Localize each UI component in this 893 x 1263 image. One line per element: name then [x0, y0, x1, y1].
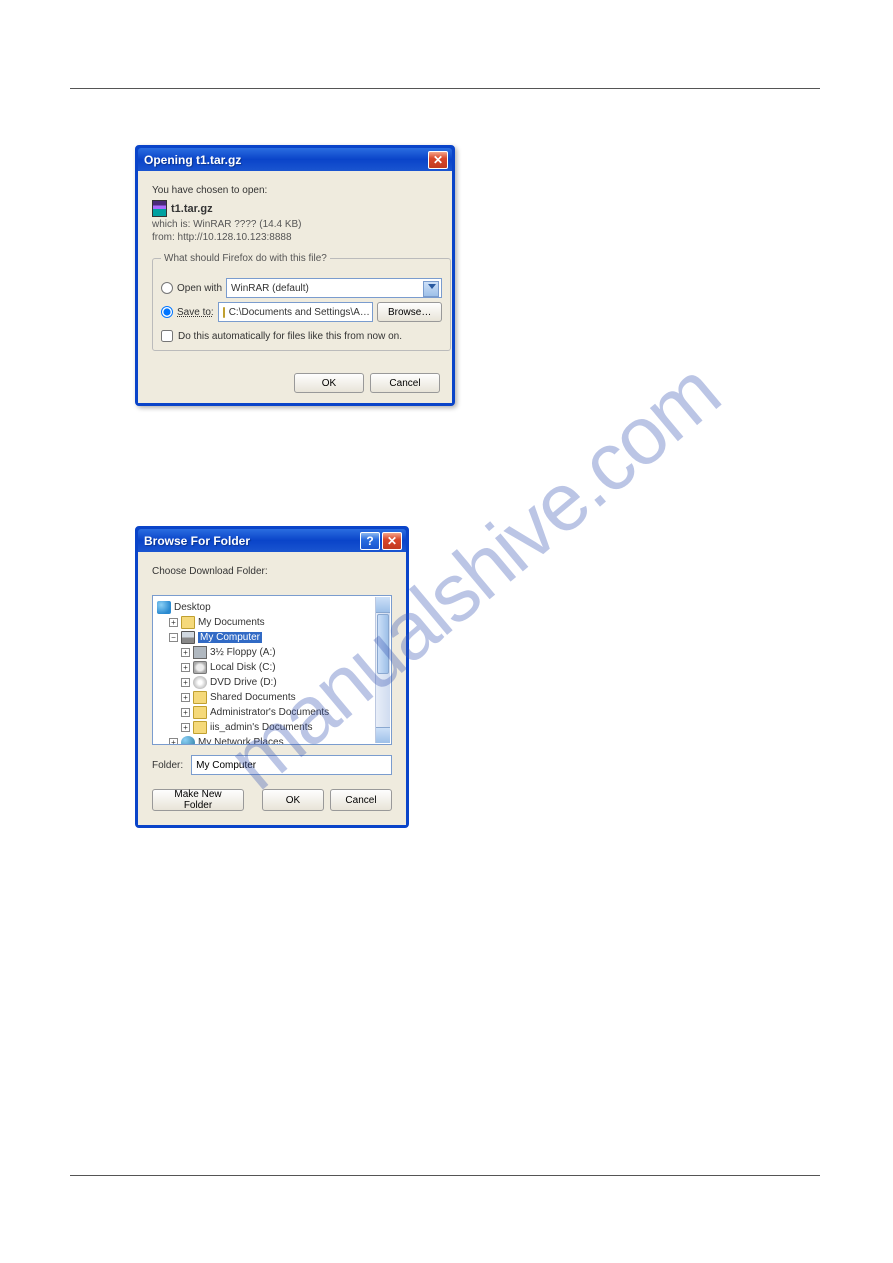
top-rule [70, 88, 820, 89]
open-with-radio[interactable] [161, 282, 173, 294]
ok-button[interactable]: OK [262, 789, 324, 811]
collapse-icon[interactable]: − [169, 633, 178, 642]
browse-subtitle: Choose Download Folder: [152, 566, 392, 577]
tree-item-floppy[interactable]: + 3½ Floppy (A:) [157, 645, 391, 660]
browse-button[interactable]: Browse… [377, 302, 442, 322]
cancel-button[interactable]: Cancel [330, 789, 392, 811]
expand-icon[interactable]: + [181, 678, 190, 687]
rar-archive-icon [152, 200, 167, 217]
folder-icon [193, 706, 207, 719]
close-icon[interactable]: ✕ [382, 532, 402, 550]
tree-item-mydocs[interactable]: + My Documents [157, 615, 391, 630]
open-with-label: Open with [177, 283, 222, 294]
tree-item-localdisk[interactable]: + Local Disk (C:) [157, 660, 391, 675]
cancel-button[interactable]: Cancel [370, 373, 440, 393]
folder-label: Folder: [152, 760, 183, 771]
which-is-text: which is: WinRAR ???? (14.4 KB) [152, 219, 438, 230]
tree-label: My Network Places [198, 737, 284, 745]
opening-dialog-titlebar[interactable]: Opening t1.tar.gz ✕ [138, 148, 452, 171]
tree-item-iis[interactable]: + iis_admin's Documents [157, 720, 391, 735]
bottom-rule [70, 1175, 820, 1176]
chevron-down-icon [428, 284, 436, 289]
tree-label: My Computer [198, 632, 262, 643]
folder-icon [193, 721, 207, 734]
browse-dialog-footer: Make New Folder OK Cancel [152, 789, 392, 811]
auto-label: Do this automatically for files like thi… [178, 331, 402, 342]
tree-label: Shared Documents [210, 692, 296, 703]
make-new-folder-button[interactable]: Make New Folder [152, 789, 244, 811]
disk-icon [193, 661, 207, 674]
save-to-row: Save to: C:\Documents and Settings\A… Br… [161, 302, 442, 322]
open-with-value: WinRAR (default) [231, 283, 309, 294]
folder-name-row: Folder: [152, 755, 392, 775]
tree-label: Administrator's Documents [210, 707, 329, 718]
tree-item-mycomputer[interactable]: − My Computer [157, 630, 391, 645]
floppy-icon [193, 646, 207, 659]
desktop-icon [157, 601, 171, 614]
folder-input[interactable] [191, 755, 392, 775]
auto-checkbox[interactable] [161, 330, 173, 342]
ok-button[interactable]: OK [294, 373, 364, 393]
browse-dialog-title: Browse For Folder [144, 534, 360, 548]
tree-item-shared[interactable]: + Shared Documents [157, 690, 391, 705]
expand-icon[interactable]: + [181, 723, 190, 732]
expand-icon[interactable]: + [181, 693, 190, 702]
expand-icon[interactable]: + [181, 708, 190, 717]
tree-label: DVD Drive (D:) [210, 677, 277, 688]
tree-item-dvd[interactable]: + DVD Drive (D:) [157, 675, 391, 690]
expand-icon[interactable]: + [169, 618, 178, 627]
from-text: from: http://10.128.10.123:8888 [152, 232, 438, 243]
opening-dialog-body: You have chosen to open: t1.tar.gz which… [138, 171, 452, 363]
open-with-row: Open with WinRAR (default) [161, 278, 442, 298]
save-to-value: C:\Documents and Settings\A… [229, 307, 370, 318]
chosen-text: You have chosen to open: [152, 185, 438, 196]
dvd-icon [193, 676, 207, 689]
opening-dialog: Opening t1.tar.gz ✕ You have chosen to o… [135, 145, 455, 406]
computer-icon [181, 631, 195, 644]
close-icon[interactable]: ✕ [428, 151, 448, 169]
auto-row: Do this automatically for files like thi… [161, 330, 442, 342]
expand-icon[interactable]: + [181, 648, 190, 657]
tree-item-desktop[interactable]: Desktop [157, 600, 391, 615]
browse-dialog-body: Choose Download Folder: Desktop + My Doc… [138, 552, 406, 825]
tree-item-network[interactable]: + My Network Places [157, 735, 391, 745]
network-icon [181, 736, 195, 745]
filename-row: t1.tar.gz [152, 200, 438, 217]
expand-icon[interactable]: + [169, 738, 178, 745]
browse-dialog-titlebar[interactable]: Browse For Folder ? ✕ [138, 529, 406, 552]
tree-label: Desktop [174, 602, 211, 613]
tree-label: 3½ Floppy (A:) [210, 647, 276, 658]
folder-icon [193, 691, 207, 704]
tree-scrollbar[interactable] [375, 597, 390, 743]
action-fieldset: What should Firefox do with this file? O… [152, 253, 451, 351]
save-to-path[interactable]: C:\Documents and Settings\A… [218, 302, 373, 322]
tree-label: iis_admin's Documents [210, 722, 313, 733]
folder-icon [181, 616, 195, 629]
tree-item-admin[interactable]: + Administrator's Documents [157, 705, 391, 720]
tree-label: My Documents [198, 617, 265, 628]
save-to-label: Save to: [177, 307, 214, 318]
expand-icon[interactable]: + [181, 663, 190, 672]
open-with-combo[interactable]: WinRAR (default) [226, 278, 442, 298]
opening-dialog-title: Opening t1.tar.gz [144, 153, 428, 167]
help-icon[interactable]: ? [360, 532, 380, 550]
filename-text: t1.tar.gz [171, 203, 213, 215]
save-to-radio[interactable] [161, 306, 173, 318]
folder-icon [223, 307, 225, 318]
action-legend: What should Firefox do with this file? [161, 253, 330, 264]
folder-tree[interactable]: Desktop + My Documents − My Computer + 3… [152, 595, 392, 745]
tree-label: Local Disk (C:) [210, 662, 276, 673]
browse-folder-dialog: Browse For Folder ? ✕ Choose Download Fo… [135, 526, 409, 828]
opening-dialog-footer: OK Cancel [138, 363, 452, 403]
